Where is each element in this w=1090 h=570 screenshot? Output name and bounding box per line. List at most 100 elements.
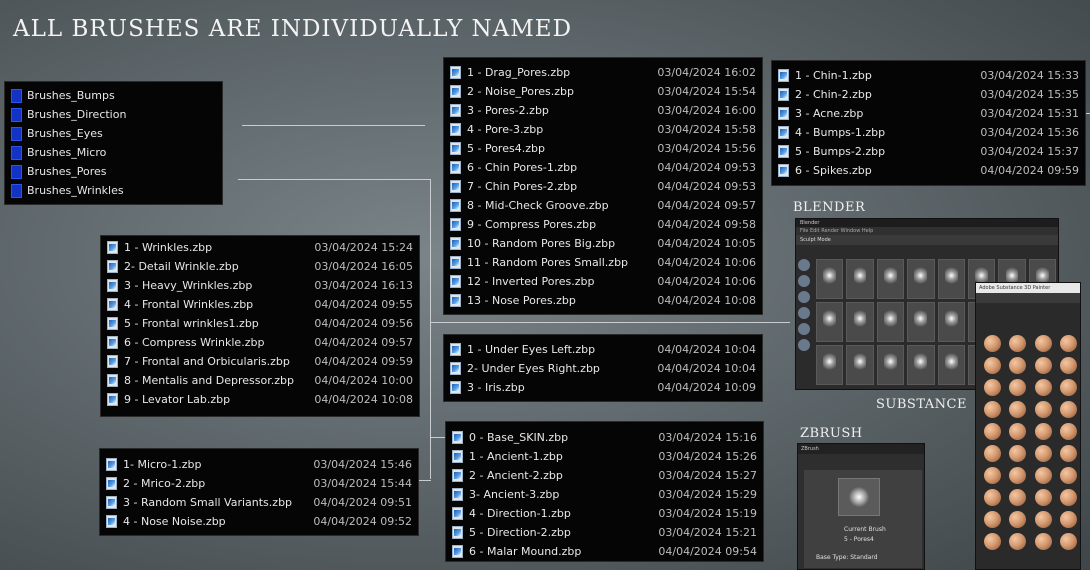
file-row[interactable]: 2- Detail Wrinkle.zbp 03/04/2024 16:05 bbox=[107, 257, 413, 276]
file-row[interactable]: 1 - Chin-1.zbp 03/04/2024 15:33 bbox=[778, 66, 1079, 85]
file-row[interactable]: 2 - Chin-2.zbp 03/04/2024 15:35 bbox=[778, 85, 1079, 104]
brush-sphere-thumbnail[interactable] bbox=[1059, 423, 1077, 440]
file-row[interactable]: 7 - Frontal and Orbicularis.zbp 04/04/202… bbox=[107, 352, 413, 371]
brush-sphere-thumbnail[interactable] bbox=[984, 489, 1001, 506]
file-row[interactable]: 1 - Ancient-1.zbp 03/04/2024 15:26 bbox=[452, 447, 757, 466]
file-row[interactable]: 1- Micro-1.zbp 03/04/2024 15:46 bbox=[106, 455, 412, 474]
file-row[interactable]: 13 - Nose Pores.zbp 04/04/2024 10:08 bbox=[450, 291, 756, 310]
brush-sphere-thumbnail[interactable] bbox=[1034, 423, 1052, 440]
brush-thumbnail[interactable] bbox=[876, 302, 905, 342]
brush-sphere-thumbnail[interactable] bbox=[1059, 445, 1077, 462]
file-row[interactable]: 8 - Mentalis and Depressor.zbp 04/04/2024… bbox=[107, 371, 413, 390]
brush-sphere-thumbnail[interactable] bbox=[984, 445, 1001, 462]
brush-thumbnail[interactable] bbox=[816, 259, 844, 299]
file-row[interactable]: 5 - Pores4.zbp 03/04/2024 15:56 bbox=[450, 139, 756, 158]
file-row[interactable]: 6 - Spikes.zbp 04/04/2024 09:59 bbox=[778, 161, 1079, 180]
brush-sphere-thumbnail[interactable] bbox=[984, 467, 1001, 484]
folder-row[interactable]: Brushes_Eyes bbox=[11, 124, 216, 143]
brush-sphere-thumbnail[interactable] bbox=[984, 423, 1001, 440]
file-row[interactable]: 2 - Mrico-2.zbp 03/04/2024 15:44 bbox=[106, 474, 412, 493]
brush-sphere-thumbnail[interactable] bbox=[1009, 357, 1027, 374]
file-row[interactable]: 3 - Acne.zbp 03/04/2024 15:31 bbox=[778, 104, 1079, 123]
brush-sphere-thumbnail[interactable] bbox=[1059, 401, 1077, 418]
file-row[interactable]: 9 - Compress Pores.zbp 04/04/2024 09:58 bbox=[450, 215, 756, 234]
file-row[interactable]: 12 - Inverted Pores.zbp 04/04/2024 10:06 bbox=[450, 272, 756, 291]
brush-sphere-thumbnail[interactable] bbox=[1009, 467, 1027, 484]
brush-sphere-thumbnail[interactable] bbox=[1034, 467, 1052, 484]
brush-sphere-thumbnail[interactable] bbox=[1034, 489, 1052, 506]
brush-thumbnail[interactable] bbox=[937, 345, 965, 385]
brush-sphere-thumbnail[interactable] bbox=[1059, 335, 1077, 352]
brush-sphere-thumbnail[interactable] bbox=[984, 533, 1001, 550]
brush-thumbnail[interactable] bbox=[937, 302, 965, 342]
folder-row[interactable]: Brushes_Pores bbox=[11, 162, 216, 181]
file-row[interactable]: 0 - Base_SKIN.zbp 03/04/2024 15:16 bbox=[452, 428, 757, 447]
brush-thumbnail[interactable] bbox=[907, 302, 935, 342]
brush-thumbnail[interactable] bbox=[907, 345, 935, 385]
file-row[interactable]: 2- Under Eyes Right.zbp 04/04/2024 10:04 bbox=[450, 359, 756, 378]
brush-thumbnail[interactable] bbox=[846, 302, 874, 342]
file-row[interactable]: 3 - Iris.zbp 04/04/2024 10:09 bbox=[450, 378, 756, 397]
brush-sphere-thumbnail[interactable] bbox=[984, 401, 1001, 418]
file-row[interactable]: 6 - Chin Pores-1.zbp 04/04/2024 09:53 bbox=[450, 158, 756, 177]
file-row[interactable]: 3 - Heavy_Wrinkles.zbp 03/04/2024 16:13 bbox=[107, 276, 413, 295]
file-row[interactable]: 2 - Ancient-2.zbp 03/04/2024 15:27 bbox=[452, 466, 757, 485]
folder-row[interactable]: Brushes_Micro bbox=[11, 143, 216, 162]
file-row[interactable]: 7 - Chin Pores-2.zbp 04/04/2024 09:53 bbox=[450, 177, 756, 196]
brush-thumbnail[interactable] bbox=[876, 259, 905, 299]
file-row[interactable]: 6 - Malar Mound.zbp 04/04/2024 09:54 bbox=[452, 542, 757, 561]
file-row[interactable]: 4 - Pore-3.zbp 03/04/2024 15:58 bbox=[450, 120, 756, 139]
brush-sphere-thumbnail[interactable] bbox=[1009, 379, 1027, 396]
file-row[interactable]: 8 - Mid-Check Groove.zbp 04/04/2024 09:57 bbox=[450, 196, 756, 215]
brush-sphere-thumbnail[interactable] bbox=[1059, 379, 1077, 396]
brush-thumbnail[interactable] bbox=[876, 345, 905, 385]
brush-sphere-thumbnail[interactable] bbox=[1034, 379, 1052, 396]
brush-sphere-thumbnail[interactable] bbox=[1034, 357, 1052, 374]
brush-sphere-thumbnail[interactable] bbox=[1034, 445, 1052, 462]
brush-thumbnail[interactable] bbox=[846, 345, 874, 385]
brush-sphere-thumbnail[interactable] bbox=[1009, 423, 1027, 440]
brush-thumbnail[interactable] bbox=[816, 345, 844, 385]
brush-sphere-thumbnail[interactable] bbox=[984, 511, 1001, 528]
brush-thumbnail[interactable] bbox=[846, 259, 874, 299]
file-row[interactable]: 1 - Drag_Pores.zbp 03/04/2024 16:02 bbox=[450, 63, 756, 82]
brush-sphere-thumbnail[interactable] bbox=[1059, 489, 1077, 506]
brush-sphere-thumbnail[interactable] bbox=[1059, 357, 1077, 374]
file-row[interactable]: 9 - Levator Lab.zbp 04/04/2024 10:08 bbox=[107, 390, 413, 409]
brush-sphere-thumbnail[interactable] bbox=[1009, 511, 1027, 528]
file-row[interactable]: 3- Ancient-3.zbp 03/04/2024 15:29 bbox=[452, 485, 757, 504]
brush-sphere-thumbnail[interactable] bbox=[1009, 401, 1027, 418]
brush-sphere-thumbnail[interactable] bbox=[1009, 445, 1027, 462]
folder-row[interactable]: Brushes_Bumps bbox=[11, 86, 216, 105]
brush-sphere-thumbnail[interactable] bbox=[1034, 335, 1052, 352]
brush-sphere-thumbnail[interactable] bbox=[984, 379, 1001, 396]
brush-sphere-thumbnail[interactable] bbox=[1009, 489, 1027, 506]
file-row[interactable]: 6 - Compress Wrinkle.zbp 04/04/2024 09:57 bbox=[107, 333, 413, 352]
brush-sphere-thumbnail[interactable] bbox=[1009, 533, 1027, 550]
file-row[interactable]: 3 - Pores-2.zbp 03/04/2024 16:00 bbox=[450, 101, 756, 120]
brush-sphere-thumbnail[interactable] bbox=[984, 335, 1001, 352]
file-row[interactable]: 1 - Under Eyes Left.zbp 04/04/2024 10:04 bbox=[450, 340, 756, 359]
file-row[interactable]: 1 - Wrinkles.zbp 03/04/2024 15:24 bbox=[107, 238, 413, 257]
brush-sphere-thumbnail[interactable] bbox=[1034, 401, 1052, 418]
brush-thumbnail[interactable] bbox=[907, 259, 935, 299]
file-row[interactable]: 3 - Random Small Variants.zbp 04/04/2024 … bbox=[106, 493, 412, 512]
file-row[interactable]: 4 - Frontal Wrinkles.zbp 04/04/2024 09:55 bbox=[107, 295, 413, 314]
brush-sphere-thumbnail[interactable] bbox=[1009, 335, 1027, 352]
brush-sphere-thumbnail[interactable] bbox=[984, 357, 1001, 374]
folder-row[interactable]: Brushes_Wrinkles bbox=[11, 181, 216, 200]
brush-sphere-thumbnail[interactable] bbox=[1059, 467, 1077, 484]
file-row[interactable]: 5 - Bumps-2.zbp 03/04/2024 15:37 bbox=[778, 142, 1079, 161]
file-row[interactable]: 4 - Direction-1.zbp 03/04/2024 15:19 bbox=[452, 504, 757, 523]
file-row[interactable]: 4 - Nose Noise.zbp 04/04/2024 09:52 bbox=[106, 512, 412, 531]
brush-sphere-thumbnail[interactable] bbox=[1059, 511, 1077, 528]
brush-sphere-thumbnail[interactable] bbox=[1034, 511, 1052, 528]
brush-thumbnail[interactable] bbox=[937, 259, 965, 299]
brush-thumbnail[interactable] bbox=[816, 302, 844, 342]
file-row[interactable]: 5 - Frontal wrinkles1.zbp 04/04/2024 09:5… bbox=[107, 314, 413, 333]
file-row[interactable]: 4 - Bumps-1.zbp 03/04/2024 15:36 bbox=[778, 123, 1079, 142]
folder-row[interactable]: Brushes_Direction bbox=[11, 105, 216, 124]
file-row[interactable]: 10 - Random Pores Big.zbp 04/04/2024 10:0… bbox=[450, 234, 756, 253]
brush-sphere-thumbnail[interactable] bbox=[1059, 533, 1077, 550]
file-row[interactable]: 2 - Noise_Pores.zbp 03/04/2024 15:54 bbox=[450, 82, 756, 101]
